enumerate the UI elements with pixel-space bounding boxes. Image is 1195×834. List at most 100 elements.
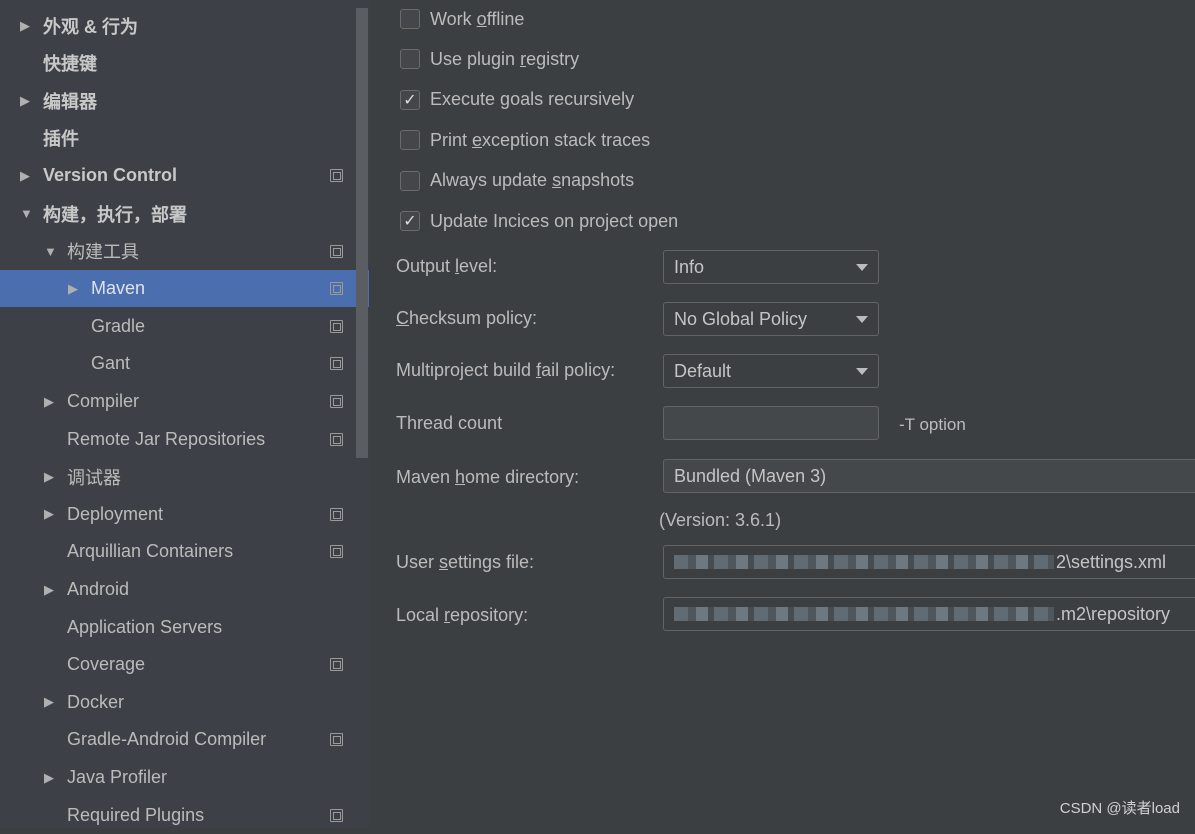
checkbox[interactable] [400,170,420,191]
tree-item[interactable]: ▶ Java Profiler [0,759,369,796]
project-scope-icon [330,395,343,408]
project-scope-icon [330,169,343,183]
expand-arrow-icon[interactable]: ▶ [20,18,30,34]
expand-arrow-icon[interactable]: ▶ [44,582,54,598]
multiproject-fail-policy-dropdown[interactable]: Default [663,354,879,388]
tree-item-label: Required Plugins [67,804,205,825]
checkbox-label: Print exception stack traces [430,129,651,150]
local-repository-label: Local repository: [396,605,529,625]
tree-item-label: Application Servers [67,616,223,637]
project-scope-icon [330,244,343,258]
tree-item-label: 快捷键 [43,54,97,75]
thread-count-hint: -T option [899,415,966,434]
tree-item-label: 调试器 [67,467,121,488]
tree-item[interactable]: Required Plugins [0,797,369,834]
tree-item[interactable]: ▶ 外观 & 行为 [0,7,369,44]
settings-tree: ▶ 外观 & 行为 快捷键 ▶ 编辑器插件 ▶ Version Control ▼ 构建，执行，… [0,0,369,828]
collapse-arrow-icon[interactable]: ▼ [20,206,33,221]
checkbox[interactable] [400,49,420,70]
checkbox-option[interactable]: Print exception stack traces [400,128,650,152]
redacted-path [674,555,1054,569]
tree-item-label: Remote Jar Repositories [67,428,266,449]
tree-item-label: 外观 & 行为 [43,16,139,37]
output-level-label: Output level: [396,256,498,276]
expand-arrow-icon[interactable]: ▶ [68,281,78,297]
tree-item[interactable]: ▶ Android [0,571,369,608]
project-scope-icon [330,808,343,822]
local-repository-input[interactable]: .m2\repository [663,597,1195,631]
project-scope-icon [330,432,343,446]
tree-item[interactable]: Gradle [0,308,369,345]
checkbox-option[interactable]: Work offline [400,7,524,31]
tree-item-label: 构建，执行，部署 [43,204,187,225]
tree-item[interactable]: 插件 [0,120,369,157]
tree-item[interactable]: ▶ Version Control [0,157,369,194]
checkbox-option[interactable]: ✓ Update Incices on project open [400,209,678,233]
checkbox[interactable]: ✓ [400,89,420,110]
tree-item-label: 插件 [43,129,79,150]
expand-arrow-icon[interactable]: ▶ [44,506,54,522]
tree-item[interactable]: Application Servers [0,609,369,646]
checkbox-label: Use plugin registry [430,48,580,69]
expand-arrow-icon[interactable]: ▶ [44,394,54,410]
maven-home-label: Maven home directory: [396,467,580,487]
tree-item[interactable]: ▶ 编辑器 [0,82,369,119]
tree-item[interactable]: ▼ 构建工具 [0,233,369,270]
tree-item[interactable]: ▶ Deployment [0,496,369,533]
tree-item[interactable]: ▶ Docker [0,684,369,721]
tree-item[interactable]: ▼ 构建，执行，部署 [0,195,369,232]
checkbox[interactable]: ✓ [400,211,420,231]
expand-arrow-icon[interactable]: ▶ [44,694,54,710]
tree-item[interactable]: Arquillian Containers [0,533,369,570]
checksum-policy-dropdown[interactable]: No Global Policy [663,302,879,336]
tree-item-label: 编辑器 [43,91,97,112]
checkbox-option[interactable]: ✓ Execute goals recursively [400,88,634,112]
tree-item-label: Arquillian Containers [67,541,234,562]
tree-item[interactable]: 快捷键 [0,45,369,82]
user-settings-input[interactable]: 2\settings.xml [663,545,1195,579]
project-scope-icon [330,733,343,747]
tree-item-label: Compiler [67,391,140,411]
checkbox-label: Update Incices on project open [430,210,679,231]
checkbox-option[interactable]: Always update snapshots [400,169,634,193]
expand-arrow-icon[interactable]: ▶ [20,93,30,109]
collapse-arrow-icon[interactable]: ▼ [44,244,57,259]
tree-item[interactable]: ▶ 调试器 [0,458,369,495]
redacted-path [674,607,1054,621]
project-scope-icon [330,282,343,296]
tree-item-label: Coverage [67,654,146,675]
checkbox-label: Work offline [430,8,525,29]
expand-arrow-icon[interactable]: ▶ [44,770,54,786]
tree-item-label: Version Control [43,165,178,186]
project-scope-icon [330,658,343,672]
maven-settings-panel: Work offline Use plugin registry ✓ Execute … [369,0,1195,828]
checksum-policy-label: Checksum policy: [396,308,538,328]
expand-arrow-icon[interactable]: ▶ [44,469,54,485]
tree-item-label: Gradle-Android Compiler [67,729,267,750]
checkbox-label: Execute goals recursively [430,89,635,110]
thread-count-input[interactable] [663,406,879,440]
project-scope-icon [330,507,343,521]
tree-item-label: Docker [67,691,125,712]
project-scope-icon [330,545,343,559]
tree-item[interactable]: Gradle-Android Compiler [0,721,369,758]
checkbox[interactable] [400,130,420,151]
checkbox-option[interactable]: Use plugin registry [400,47,579,71]
expand-arrow-icon[interactable]: ▶ [20,168,30,184]
multiproject-fail-policy-label: Multiproject build fail policy: [396,360,616,380]
tree-item[interactable]: Coverage [0,646,369,683]
watermark: CSDN @读者load [1059,800,1180,817]
sidebar-scrollbar[interactable] [356,8,368,458]
tree-item-label: Maven [91,278,146,299]
maven-home-combobox[interactable]: Bundled (Maven 3) [663,459,1195,493]
checkbox-label: Always update snapshots [430,170,635,191]
output-level-dropdown[interactable]: Info [663,250,879,284]
tree-item-label: Gant [91,353,131,374]
tree-item[interactable]: Gant [0,345,369,382]
checkbox[interactable] [400,9,420,29]
tree-item[interactable]: ▶ Maven [0,270,369,308]
tree-item-label: Deployment [67,503,164,524]
tree-item[interactable]: Remote Jar Repositories [0,421,369,458]
tree-item[interactable]: ▶ Compiler [0,383,369,420]
tree-item-label: Android [67,579,130,599]
